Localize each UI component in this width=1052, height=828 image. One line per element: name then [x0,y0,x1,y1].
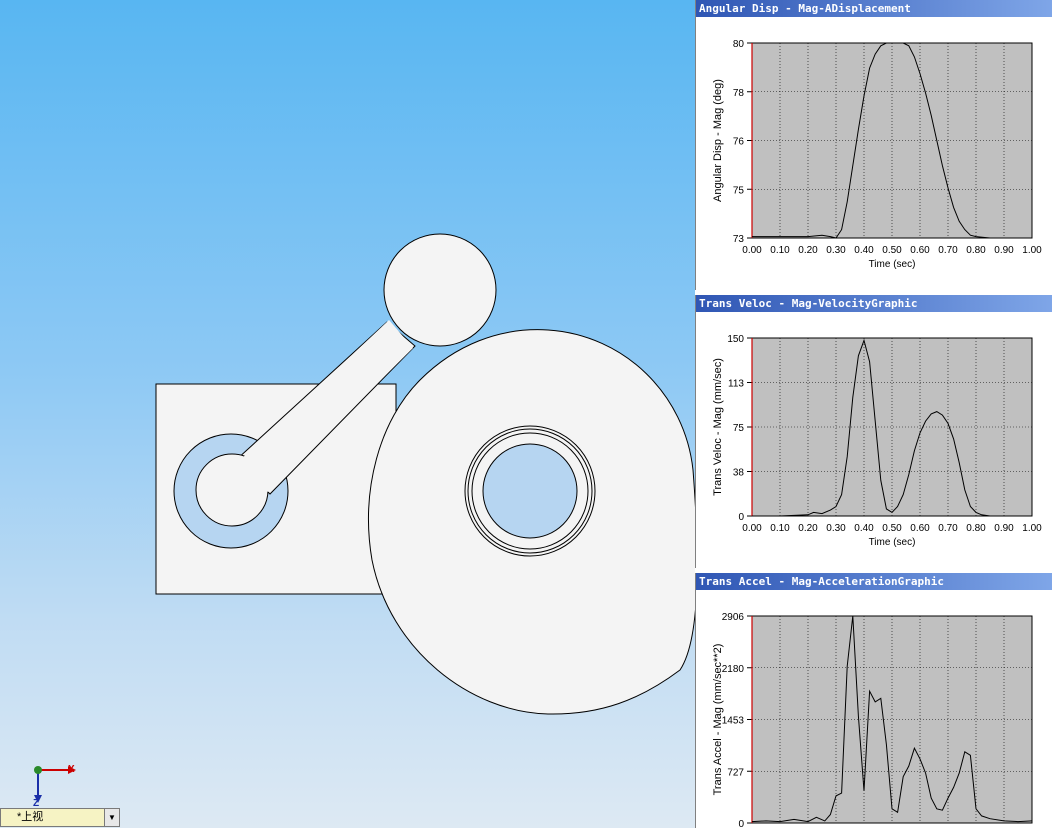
view-name: *上视 [17,811,44,823]
x-tick-label: 0.20 [798,245,818,256]
x-axis-title: Time (sec) [869,259,916,270]
y-tick-label: 75 [733,423,745,434]
x-tick-label: 0.10 [770,245,790,256]
y-tick-label: 78 [733,88,745,99]
y-tick-label: 0 [738,819,744,828]
cam-mechanism-model[interactable] [0,0,695,828]
trans-veloc-chart: 0.00 0.10 0.20 0.30 0.40 0.50 0.60 0.70 0.80 0.90… [712,334,1042,548]
trans-accel-chart: 0.000.100.200.300.400.500.600.700.800.90… [712,612,1033,828]
x-tick-label: 0.60 [910,245,930,256]
y-tick-label: 80 [733,39,745,50]
x-tick-label: 0.90 [994,245,1014,256]
y-tick-label: 2180 [722,664,745,675]
x-tick-label: 0.70 [938,245,958,256]
graph-window-trans-veloc[interactable]: Trans Veloc - Mag-VelocityGraphic 0.00 0.… [695,295,1052,568]
y-tick-label: 73 [733,234,745,245]
x-axis-label: X [68,764,75,775]
graph-title: Angular Disp - Mag-ADisplacement [696,0,1052,17]
y-axis-title: Angular Disp - Mag (deg) [712,79,724,202]
graphics-viewport[interactable]: X Z *上视 ▼ [0,0,695,828]
x-tick-label: 0.60 [910,523,930,534]
x-tick-label: 1.00 [1022,245,1042,256]
graph-title: Trans Veloc - Mag-VelocityGraphic [696,295,1052,312]
x-tick-label: 0.70 [938,523,958,534]
x-tick-label: 0.20 [798,523,818,534]
x-tick-label: 0.00 [742,523,762,534]
graph-window-angular-disp[interactable]: Angular Disp - Mag-ADisplacement 0.00 0.1… [695,0,1052,290]
y-tick-label: 113 [728,379,744,390]
angular-disp-chart: 0.00 0.10 0.20 0.30 0.40 0.50 0.60 0.70 0.80 0.90… [712,39,1042,270]
dropdown-arrow-icon[interactable]: ▼ [104,809,119,826]
y-tick-label: 1453 [722,716,745,727]
y-tick-label: 38 [733,468,745,479]
x-axis-title: Time (sec) [869,537,916,548]
x-tick-label: 0.90 [994,523,1014,534]
x-tick-label: 0.80 [966,245,986,256]
y-tick-label: 150 [727,334,744,345]
coordinate-triad: X Z [20,755,90,810]
x-tick-label: 0.80 [966,523,986,534]
x-tick-label: 0.40 [854,523,874,534]
graph-title: Trans Accel - Mag-AccelerationGraphic [696,573,1052,590]
y-axis-title: Trans Veloc - Mag (mm/sec) [712,358,724,496]
x-tick-label: 0.40 [854,245,874,256]
x-tick-label: 0.30 [826,245,846,256]
cam-bore[interactable] [482,443,578,539]
graph-window-trans-accel[interactable]: Trans Accel - Mag-AccelerationGraphic 0.… [695,573,1052,828]
x-tick-label: 1.00 [1022,523,1042,534]
x-tick-label: 0.30 [826,523,846,534]
x-tick-label: 0.10 [770,523,790,534]
y-tick-label: 2906 [722,612,745,623]
x-tick-label: 0.50 [882,245,902,256]
y-tick-label: 76 [733,137,745,148]
view-orientation-select[interactable]: *上视 ▼ [0,808,120,827]
y-tick-label: 727 [727,767,744,778]
y-tick-label: 0 [738,512,744,523]
x-tick-label: 0.00 [742,245,762,256]
y-tick-label: 75 [733,185,745,196]
y-axis-title: Trans Accel - Mag (mm/sec**2) [712,644,724,796]
x-tick-label: 0.50 [882,523,902,534]
